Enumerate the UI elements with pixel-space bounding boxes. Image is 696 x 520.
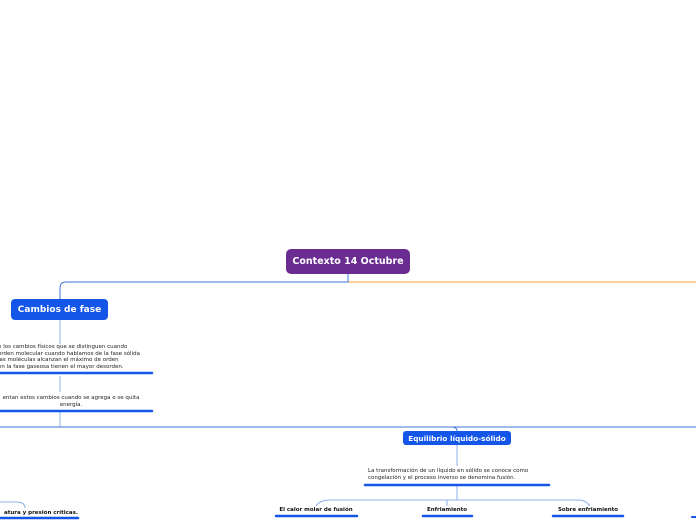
root-topic[interactable]: Contexto 14 Octubre <box>286 249 410 274</box>
topic-equilibrio-liquido-solido[interactable]: Equilibrio líquido-sólido <box>403 431 511 445</box>
connector-root-right <box>347 274 696 283</box>
connector-partial-left <box>0 501 26 509</box>
note-cambios-2[interactable]: entan estos cambios cuando se agrega o s… <box>0 395 152 408</box>
topic-cambios-de-fase[interactable]: Cambios de fase <box>11 299 108 320</box>
connector-children <box>315 486 591 507</box>
mind-map-canvas: Contexto 14 Octubre Cambios de fase n lo… <box>0 0 696 520</box>
connector-root-left <box>59 274 349 299</box>
subtopic-calor-molar[interactable]: El calor molar de fusión <box>276 507 356 513</box>
note-equilibrio[interactable]: La transformación de un líquido en sólid… <box>368 468 552 481</box>
subtopic-partial-left[interactable]: atura y presión críticas. <box>0 510 78 516</box>
subtopic-enfriamiento[interactable]: Enfriamiento <box>422 507 472 513</box>
subtopic-sobre-enfriamiento[interactable]: Sobre enfriamiento <box>553 507 623 513</box>
note-cambios-1[interactable]: n los cambios físicos que se distinguen … <box>0 344 150 370</box>
